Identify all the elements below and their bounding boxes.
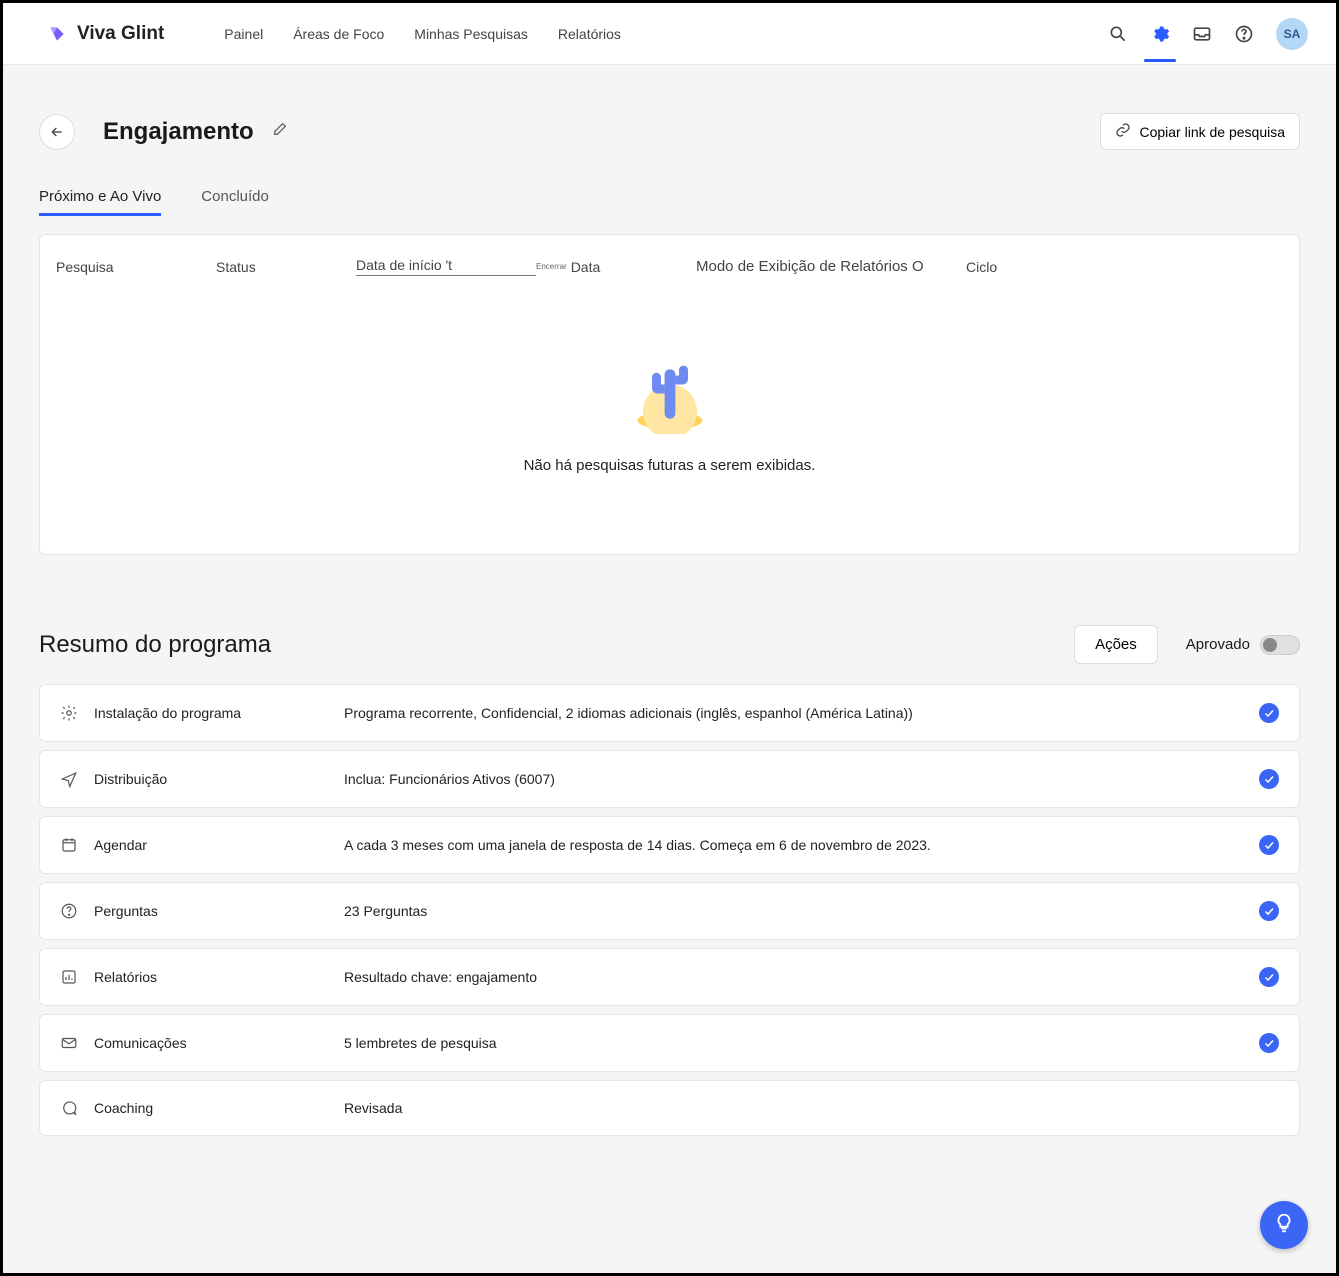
brand-logo-icon [47, 24, 67, 44]
row-agendar-label: Agendar [94, 837, 344, 853]
col-data-tiny: Encerrar [536, 262, 567, 271]
col-data[interactable]: Encerrar Data [536, 259, 696, 275]
check-icon [1259, 1033, 1279, 1053]
empty-state-text: Não há pesquisas futuras a serem exibida… [524, 457, 816, 474]
col-data-inicio[interactable]: Data de início 't [356, 257, 536, 276]
row-coaching-desc: Revisada [344, 1100, 1279, 1116]
summary-header: Resumo do programa Ações Aprovado [39, 625, 1300, 664]
row-distribuicao-label: Distribuição [94, 771, 344, 787]
col-modo[interactable]: Modo de Exibição de Relatórios O [696, 258, 966, 275]
mail-icon [60, 1034, 94, 1052]
summary-title: Resumo do programa [39, 631, 271, 659]
nav-minhas-pesquisas[interactable]: Minhas Pesquisas [414, 26, 528, 42]
brand-name: Viva Glint [77, 23, 164, 45]
empty-state: Não há pesquisas futuras a serem exibida… [40, 294, 1299, 554]
edit-title-icon[interactable] [272, 121, 288, 142]
page-title: Engajamento [93, 118, 254, 146]
help-icon[interactable] [1234, 24, 1254, 44]
row-instalacao-label: Instalação do programa [94, 705, 344, 721]
row-instalacao-desc: Programa recorrente, Confidencial, 2 idi… [344, 705, 1259, 721]
lightbulb-icon [1273, 1212, 1295, 1239]
check-icon [1259, 967, 1279, 987]
row-coaching[interactable]: Coaching Revisada [39, 1080, 1300, 1136]
nav-painel[interactable]: Painel [224, 26, 263, 42]
gear-icon [60, 704, 94, 722]
tab-upcoming[interactable]: Próximo e Ao Vivo [39, 180, 161, 216]
col-pesquisa[interactable]: Pesquisa [56, 259, 216, 275]
copy-link-button[interactable]: Copiar link de pesquisa [1100, 113, 1300, 150]
user-avatar[interactable]: SA [1276, 18, 1308, 50]
nav-areas-de-foco[interactable]: Áreas de Foco [293, 26, 384, 42]
row-distribuicao[interactable]: Distribuição Inclua: Funcionários Ativos… [39, 750, 1300, 808]
col-status[interactable]: Status [216, 259, 356, 275]
send-icon [60, 770, 94, 788]
header-right: SA [1108, 18, 1308, 50]
row-perguntas[interactable]: Perguntas 23 Perguntas [39, 882, 1300, 940]
row-perguntas-desc: 23 Perguntas [344, 903, 1259, 919]
check-icon [1259, 769, 1279, 789]
main-nav: Painel Áreas de Foco Minhas Pesquisas Re… [224, 26, 621, 42]
approved-label: Aprovado [1186, 636, 1250, 653]
title-row: Engajamento Copiar link de pesquisa [39, 113, 1300, 150]
calendar-icon [60, 836, 94, 854]
nav-relatorios[interactable]: Relatórios [558, 26, 621, 42]
inbox-icon[interactable] [1192, 24, 1212, 44]
brand[interactable]: Viva Glint [47, 23, 164, 45]
search-icon[interactable] [1108, 24, 1128, 44]
row-relatorios[interactable]: Relatórios Resultado chave: engajamento [39, 948, 1300, 1006]
row-perguntas-label: Perguntas [94, 903, 344, 919]
actions-button[interactable]: Ações [1074, 625, 1158, 664]
tab-completed[interactable]: Concluído [201, 180, 269, 216]
check-icon [1259, 835, 1279, 855]
col-ciclo[interactable]: Ciclo [966, 259, 1056, 275]
copy-link-label: Copiar link de pesquisa [1139, 124, 1285, 140]
cactus-illustration-icon [625, 344, 715, 439]
help-fab-button[interactable] [1260, 1201, 1308, 1249]
col-data-label: Data [571, 259, 601, 275]
check-icon [1259, 703, 1279, 723]
row-comunicacoes-desc: 5 lembretes de pesquisa [344, 1035, 1259, 1051]
back-button[interactable] [39, 114, 75, 150]
survey-tabs: Próximo e Ao Vivo Concluído [39, 180, 1300, 216]
settings-gear-icon[interactable] [1150, 24, 1170, 44]
app-header: Viva Glint Painel Áreas de Foco Minhas P… [3, 3, 1336, 65]
link-icon [1115, 122, 1131, 141]
row-relatorios-desc: Resultado chave: engajamento [344, 969, 1259, 985]
check-icon [1259, 901, 1279, 921]
row-agendar[interactable]: Agendar A cada 3 meses com uma janela de… [39, 816, 1300, 874]
row-instalacao[interactable]: Instalação do programa Programa recorren… [39, 684, 1300, 742]
row-coaching-label: Coaching [94, 1100, 344, 1116]
chat-icon [60, 1099, 94, 1117]
approved-toggle[interactable] [1260, 635, 1300, 655]
bar-chart-icon [60, 968, 94, 986]
row-comunicacoes-label: Comunicações [94, 1035, 344, 1051]
question-icon [60, 902, 94, 920]
row-distribuicao-desc: Inclua: Funcionários Ativos (6007) [344, 771, 1259, 787]
row-comunicacoes[interactable]: Comunicações 5 lembretes de pesquisa [39, 1014, 1300, 1072]
surveys-card: Pesquisa Status Data de início 't Encerr… [39, 234, 1300, 555]
page-body: Engajamento Copiar link de pesquisa Próx… [3, 65, 1336, 1136]
row-agendar-desc: A cada 3 meses com uma janela de respost… [344, 837, 1259, 853]
row-relatorios-label: Relatórios [94, 969, 344, 985]
column-headers: Pesquisa Status Data de início 't Encerr… [40, 235, 1299, 294]
